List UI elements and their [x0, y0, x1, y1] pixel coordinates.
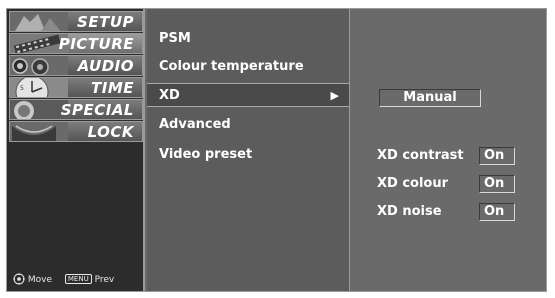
- category-lock[interactable]: LOCK: [9, 121, 143, 142]
- menu-item-label: XD: [159, 88, 180, 103]
- category-sidebar: SETUP PICTURE AUDIO 5 TIME SPECIAL LOCK …: [7, 9, 145, 291]
- xd-noise-value[interactable]: On: [479, 203, 515, 221]
- menu-item-label: PSM: [159, 31, 191, 46]
- xd-noise-row[interactable]: XD noise On: [377, 202, 542, 222]
- audio-thumbnail-icon: [10, 56, 68, 75]
- option-label: XD contrast: [377, 148, 464, 163]
- category-setup[interactable]: SETUP: [9, 11, 143, 32]
- time-thumbnail-icon: 5: [10, 78, 68, 97]
- category-label: PICTURE: [58, 35, 134, 53]
- category-label: SPECIAL: [60, 101, 134, 119]
- category-picture[interactable]: PICTURE: [9, 33, 143, 54]
- xd-contrast-value[interactable]: On: [479, 147, 515, 165]
- move-dpad-icon: [13, 273, 25, 285]
- menu-item-label: Advanced: [159, 117, 231, 132]
- menu-key-badge: MENU: [64, 274, 92, 284]
- category-time[interactable]: 5 TIME: [9, 77, 143, 98]
- xd-mode-selector[interactable]: Manual: [379, 89, 481, 107]
- option-label: XD colour: [377, 176, 449, 191]
- prev-label: Prev: [94, 275, 115, 285]
- menu-item-label: Video preset: [159, 147, 253, 162]
- xd-colour-row[interactable]: XD colour On: [377, 174, 542, 194]
- setup-thumbnail-icon: [10, 12, 68, 31]
- category-label: AUDIO: [77, 57, 134, 75]
- special-thumbnail-icon: [10, 100, 68, 119]
- category-label: LOCK: [87, 123, 134, 141]
- picture-menu-list: PSM Colour temperature XD ▶ Advanced Vid…: [147, 9, 351, 291]
- svg-text:5: 5: [20, 85, 24, 92]
- xd-contrast-row[interactable]: XD contrast On: [377, 146, 542, 166]
- move-label: Move: [27, 275, 53, 285]
- category-label: TIME: [91, 79, 134, 97]
- lock-thumbnail-icon: [10, 122, 68, 141]
- xd-settings-panel: Manual XD contrast On XD colour On XD no…: [349, 9, 546, 291]
- category-special[interactable]: SPECIAL: [9, 99, 143, 120]
- xd-colour-value[interactable]: On: [479, 175, 515, 193]
- option-label: XD noise: [377, 204, 442, 219]
- menu-item-label: Colour temperature: [159, 59, 304, 74]
- osd-menu: SETUP PICTURE AUDIO 5 TIME SPECIAL LOCK …: [6, 8, 547, 292]
- menu-item-psm[interactable]: PSM: [147, 27, 351, 51]
- submenu-arrow-icon: ▶: [330, 89, 339, 102]
- category-audio[interactable]: AUDIO: [9, 55, 143, 76]
- category-label: SETUP: [77, 13, 134, 31]
- tv-screen: SETUP PICTURE AUDIO 5 TIME SPECIAL LOCK …: [0, 0, 555, 298]
- menu-item-xd[interactable]: XD ▶: [147, 83, 351, 107]
- menu-item-colour-temperature[interactable]: Colour temperature: [147, 55, 351, 79]
- sidebar-footer: Move MENU Prev: [13, 273, 141, 287]
- menu-item-advanced[interactable]: Advanced: [147, 113, 351, 137]
- menu-item-video-preset[interactable]: Video preset: [147, 143, 351, 167]
